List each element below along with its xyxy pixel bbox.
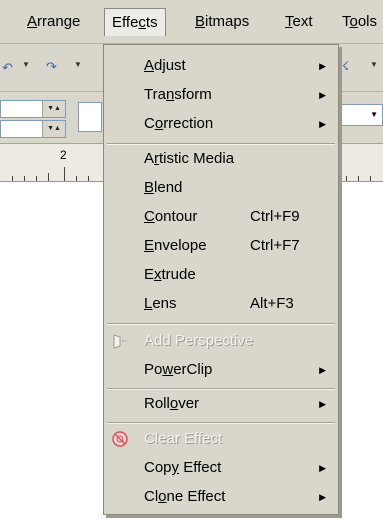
toolbar-dropdown-icon[interactable]: ▼ — [370, 60, 378, 69]
menu-item-label: Correction — [144, 115, 214, 132]
ruler-tick — [358, 176, 359, 181]
redo-icon[interactable]: ↷ — [46, 59, 57, 75]
menu-item-transform[interactable]: Transform ▶ — [104, 81, 338, 109]
menu-item-label: Rollover — [144, 395, 200, 412]
menu-bitmaps[interactable]: Bitmaps — [188, 8, 256, 36]
app-window: Arrange Effects Bitmaps Text Tools ↶ ▼ ↷… — [0, 0, 383, 521]
ruler-tick — [64, 167, 65, 181]
ruler-tick — [370, 176, 371, 181]
menu-item-correction[interactable]: Correction ▶ — [104, 110, 338, 138]
menu-item-clear-effect: Clear Effect — [104, 425, 338, 453]
redo-dropdown-icon[interactable]: ▼ — [74, 60, 82, 69]
menu-item-add-perspective: Add Perspective — [104, 327, 338, 355]
clear-effect-icon — [112, 431, 128, 447]
import-icon[interactable]: ☇ — [342, 59, 349, 73]
menu-item-label: Clone Effect — [144, 488, 226, 505]
menu-item-label: Extrude — [144, 266, 196, 283]
menu-item-label: Add Perspective — [144, 332, 254, 349]
menu-item-clone-effect[interactable]: Clone Effect ▶ — [104, 483, 338, 511]
menu-item-shortcut: Alt+F3 — [250, 295, 294, 312]
undo-dropdown-icon[interactable]: ▼ — [22, 60, 30, 69]
ruler-tick — [12, 176, 13, 181]
submenu-arrow-icon: ▶ — [319, 463, 326, 473]
menu-item-lens[interactable]: Lens Alt+F3 — [104, 290, 338, 318]
menu-bar: Arrange Effects Bitmaps Text Tools — [0, 0, 383, 44]
undo-icon[interactable]: ↶ — [2, 60, 13, 76]
menu-separator — [107, 422, 335, 424]
menu-item-shortcut: Ctrl+F9 — [250, 208, 300, 225]
ruler-tick — [36, 176, 37, 181]
menu-item-shortcut: Ctrl+F7 — [250, 237, 300, 254]
ruler-tick — [48, 173, 49, 181]
submenu-arrow-icon: ▶ — [319, 90, 326, 100]
ruler-label: 2 — [60, 148, 67, 162]
menu-item-copy-effect[interactable]: Copy Effect ▶ — [104, 454, 338, 482]
menu-item-contour[interactable]: Contour Ctrl+F9 — [104, 203, 338, 231]
effects-menu: Adjust ▶ Transform ▶ Correction ▶ Artist… — [103, 44, 339, 515]
ruler-tick — [76, 176, 77, 181]
perspective-icon — [113, 334, 126, 349]
menu-item-label: Copy Effect — [144, 459, 222, 476]
menu-item-label: Artistic Media — [144, 150, 235, 167]
menu-item-label: Adjust — [144, 57, 186, 74]
height-spinbox[interactable]: ▼▲ — [0, 120, 66, 138]
menu-item-powerclip[interactable]: PowerClip ▶ — [104, 356, 338, 384]
width-spinbox[interactable]: ▼▲ — [0, 100, 66, 118]
menu-item-label: Transform — [144, 86, 212, 103]
menu-item-rollover[interactable]: Rollover ▶ — [104, 390, 338, 418]
submenu-arrow-icon: ▶ — [319, 365, 326, 375]
submenu-arrow-icon: ▶ — [319, 399, 326, 409]
menu-item-label: Contour — [144, 208, 198, 225]
menu-item-artistic-media[interactable]: Artistic Media — [104, 145, 338, 173]
menu-item-extrude[interactable]: Extrude — [104, 261, 338, 289]
submenu-arrow-icon: ▶ — [319, 119, 326, 129]
menu-item-label: Lens — [144, 295, 177, 312]
menu-item-label: PowerClip — [144, 361, 213, 378]
chevron-down-icon: ▼ — [370, 110, 378, 119]
spin-arrows-icon[interactable]: ▼▲ — [42, 101, 65, 117]
ruler-tick — [88, 176, 89, 181]
ruler-tick — [346, 176, 347, 181]
menu-item-label: Blend — [144, 179, 183, 196]
menu-item-label: Clear Effect — [144, 430, 223, 447]
menu-effects[interactable]: Effects — [104, 8, 166, 36]
menu-item-envelope[interactable]: Envelope Ctrl+F7 — [104, 232, 338, 260]
menu-item-adjust[interactable]: Adjust ▶ — [104, 52, 338, 80]
menu-text[interactable]: Text — [278, 8, 320, 36]
outline-width-select[interactable]: ▼ — [338, 104, 383, 126]
ruler-tick — [24, 176, 25, 181]
menu-item-label: Envelope — [144, 237, 207, 254]
submenu-arrow-icon: ▶ — [319, 61, 326, 71]
submenu-arrow-icon: ▶ — [319, 492, 326, 502]
menu-arrange[interactable]: Arrange — [20, 8, 87, 36]
menu-tools[interactable]: Tools — [335, 8, 383, 36]
lock-ratio-button[interactable] — [78, 102, 102, 132]
menu-item-blend[interactable]: Blend — [104, 174, 338, 202]
spin-arrows-icon[interactable]: ▼▲ — [42, 121, 65, 137]
menu-separator — [107, 323, 335, 325]
